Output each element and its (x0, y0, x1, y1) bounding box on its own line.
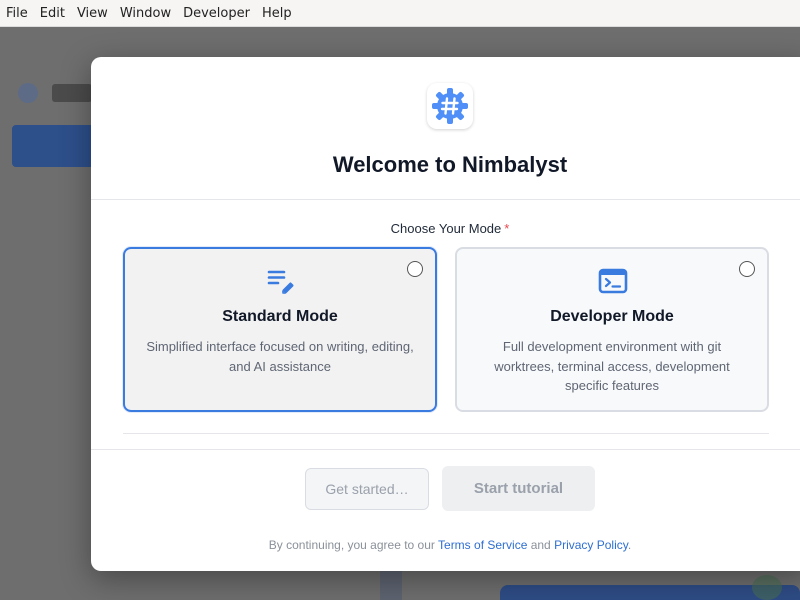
developer-mode-title: Developer Mode (550, 308, 674, 325)
start-tutorial-button[interactable]: Start tutorial (442, 466, 595, 511)
menu-window[interactable]: Window (114, 0, 177, 27)
terminal-icon (598, 266, 628, 296)
developer-mode-description: Full development environment with git wo… (494, 339, 730, 393)
developer-mode-radio[interactable] (739, 261, 755, 277)
standard-mode-description: Simplified interface focused on writing,… (146, 339, 414, 374)
legal-suffix: . (627, 538, 632, 552)
menu-developer[interactable]: Developer (177, 0, 256, 27)
content-divider (123, 433, 769, 434)
dialog-title: Welcome to Nimbalyst (332, 152, 568, 177)
standard-mode-title: Standard Mode (222, 308, 338, 325)
menu-file[interactable]: File (0, 0, 34, 27)
welcome-dialog: Welcome to Nimbalyst Choose Your Mode * S… (91, 57, 800, 571)
legal-notice: By continuing, you agree to our Terms of… (91, 538, 800, 552)
required-marker: * (504, 221, 510, 236)
document-edit-icon (266, 266, 296, 296)
menu-bar: File Edit View Window Developer Help (0, 0, 800, 27)
menu-edit[interactable]: Edit (34, 0, 71, 27)
menu-view[interactable]: View (71, 0, 114, 27)
background-logo-icon (18, 83, 38, 103)
background-panel (380, 571, 402, 600)
developer-mode-card[interactable]: Developer Mode Full development environm… (455, 247, 769, 412)
get-started-button[interactable]: Get started… (305, 468, 429, 510)
background-button (12, 125, 102, 167)
standard-mode-card[interactable]: Standard Mode Simplified interface focus… (123, 247, 437, 412)
standard-mode-radio[interactable] (407, 261, 423, 277)
footer-divider (91, 449, 800, 450)
background-title (52, 84, 92, 102)
terms-of-service-link[interactable]: Terms of Service (438, 538, 527, 552)
legal-prefix: By continuing, you agree to our (268, 538, 439, 552)
mode-label-text: Choose Your Mode (390, 221, 502, 236)
mode-label: Choose Your Mode * (91, 221, 800, 236)
legal-and: and (527, 538, 555, 552)
gear-hash-icon (427, 83, 473, 129)
background-status-indicator (752, 575, 782, 600)
menu-help[interactable]: Help (256, 0, 298, 27)
privacy-policy-link[interactable]: Privacy Policy (554, 538, 628, 552)
dialog-header: Welcome to Nimbalyst (91, 57, 800, 200)
